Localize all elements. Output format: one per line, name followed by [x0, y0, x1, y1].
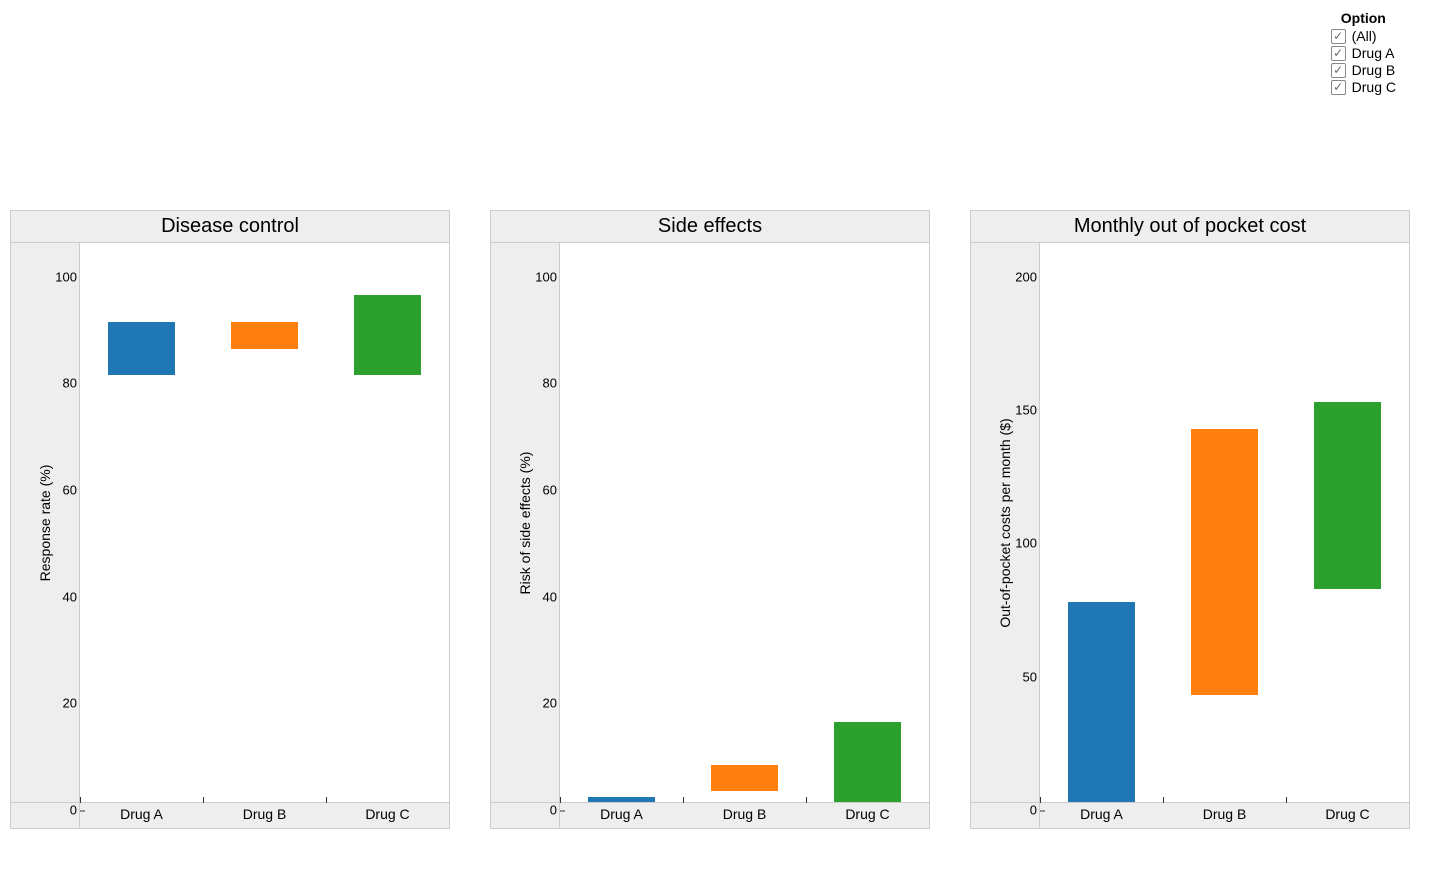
- plot-area: Response rate (%)020406080100: [10, 243, 450, 803]
- chart-title: Disease control: [10, 210, 450, 243]
- y-axis-label: Risk of side effects (%): [517, 451, 533, 594]
- x-tick: Drug C: [1286, 803, 1409, 828]
- x-tick: Drug B: [1163, 803, 1286, 828]
- x-tick: Drug C: [326, 803, 449, 828]
- legend-label: Drug A: [1352, 45, 1395, 61]
- y-axis: Response rate (%)020406080100: [10, 243, 80, 803]
- x-tick: Drug A: [80, 803, 203, 828]
- legend-panel: Option (All) Drug A Drug B Drug C: [1331, 10, 1396, 96]
- y-axis: Risk of side effects (%)020406080100: [490, 243, 560, 803]
- x-tick: Drug A: [560, 803, 683, 828]
- chart-title: Side effects: [490, 210, 930, 243]
- bar-drug-c: [354, 295, 422, 375]
- y-tick: 20: [63, 696, 77, 711]
- plot-region: [80, 243, 450, 803]
- bar-drug-b: [231, 322, 299, 349]
- y-tick: 50: [1023, 669, 1037, 684]
- x-categories: Drug ADrug BDrug C: [560, 803, 930, 829]
- y-tick: 60: [543, 483, 557, 498]
- legend-item-drug-c[interactable]: Drug C: [1331, 79, 1396, 95]
- plot-area: Out-of-pocket costs per month ($)0501001…: [970, 243, 1410, 803]
- legend-title: Option: [1331, 10, 1396, 26]
- chart-panel: Monthly out of pocket cost Out-of-pocket …: [970, 210, 1410, 829]
- y-tick: 80: [63, 376, 77, 391]
- y-tick: 100: [55, 269, 77, 284]
- legend-label: Drug C: [1352, 79, 1396, 95]
- x-categories: Drug ADrug BDrug C: [1040, 803, 1410, 829]
- y-axis: Out-of-pocket costs per month ($)0501001…: [970, 243, 1040, 803]
- x-tick: Drug B: [203, 803, 326, 828]
- chart-panel: Disease control Response rate (%) 0 20 40 60 8…: [10, 210, 450, 829]
- plot-area: Risk of side effects (%)020406080100: [490, 243, 930, 803]
- y-tick: 0: [1030, 803, 1037, 818]
- x-tick: Drug B: [683, 803, 806, 828]
- bar-drug-c: [1314, 402, 1382, 589]
- y-tick: 40: [63, 589, 77, 604]
- y-tick: 200: [1015, 269, 1037, 284]
- bar-drug-b: [1191, 429, 1259, 696]
- legend-label: Drug B: [1352, 62, 1396, 78]
- checkbox-icon[interactable]: [1331, 80, 1346, 95]
- x-tick: Drug A: [1040, 803, 1163, 828]
- y-tick: 100: [535, 269, 557, 284]
- y-tick: 40: [543, 589, 557, 604]
- checkbox-icon[interactable]: [1331, 46, 1346, 61]
- bar-drug-c: [834, 722, 902, 802]
- legend-item-all[interactable]: (All): [1331, 28, 1396, 44]
- y-axis-label: Out-of-pocket costs per month ($): [997, 418, 1013, 627]
- y-tick: 20: [543, 696, 557, 711]
- bar-drug-a: [108, 322, 176, 375]
- bar-drug-b: [711, 765, 779, 792]
- legend-label: (All): [1352, 28, 1377, 44]
- legend-item-drug-b[interactable]: Drug B: [1331, 62, 1396, 78]
- y-tick: 0: [550, 803, 557, 818]
- legend-item-drug-a[interactable]: Drug A: [1331, 45, 1396, 61]
- y-axis-label: Response rate (%): [37, 464, 53, 581]
- x-categories: Drug ADrug BDrug C: [80, 803, 450, 829]
- checkbox-icon[interactable]: [1331, 63, 1346, 78]
- y-tick: 60: [63, 483, 77, 498]
- checkbox-icon[interactable]: [1331, 29, 1346, 44]
- y-tick: 100: [1015, 536, 1037, 551]
- plot-region: [1040, 243, 1410, 803]
- bar-drug-a: [588, 797, 656, 802]
- y-tick: 150: [1015, 403, 1037, 418]
- plot-region: [560, 243, 930, 803]
- bar-drug-a: [1068, 602, 1136, 802]
- charts-row: Disease control Response rate (%) 0 20 40 60 8…: [10, 210, 1446, 829]
- y-tick: 0: [70, 803, 77, 818]
- chart-title: Monthly out of pocket cost: [970, 210, 1410, 243]
- x-tick: Drug C: [806, 803, 929, 828]
- y-tick: 80: [543, 376, 557, 391]
- chart-panel: Side effects Risk of side effects (%) 0 20 4…: [490, 210, 930, 829]
